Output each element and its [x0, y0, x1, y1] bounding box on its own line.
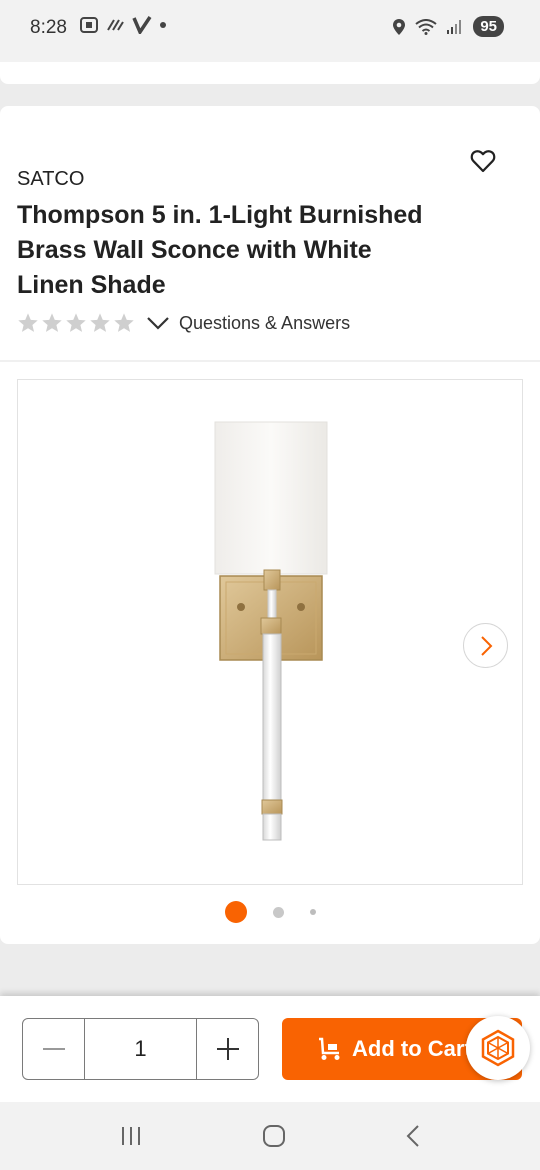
- notification-dot-icon: [160, 22, 166, 28]
- signal-icon: [447, 19, 462, 34]
- star-icon: [42, 313, 62, 332]
- wifi-calling-icon: [107, 19, 124, 31]
- chevron-down-icon[interactable]: [145, 313, 171, 333]
- cart-dolly-icon: [319, 1037, 340, 1060]
- location-icon: [393, 18, 406, 35]
- wifi-icon: [415, 18, 437, 35]
- star-icon: [66, 313, 86, 332]
- quantity-input[interactable]: 1: [84, 1019, 197, 1079]
- decrease-quantity-button[interactable]: [23, 1019, 84, 1079]
- favorite-heart-icon[interactable]: [470, 148, 496, 174]
- pagination-dot-active[interactable]: [224, 901, 247, 923]
- product-title: Thompson 5 in. 1-Light Burnished Brass W…: [17, 201, 423, 299]
- pagination-dot[interactable]: [309, 909, 316, 915]
- status-icons-left: [80, 16, 166, 34]
- plus-icon: [216, 1038, 239, 1060]
- product-card: SATCO Thompson 5 in. 1-Light Burnished B…: [0, 106, 540, 944]
- verizon-icon: [132, 16, 152, 34]
- quantity-stepper: 1: [22, 1018, 259, 1080]
- chevron-right-icon: [480, 635, 492, 656]
- back-icon[interactable]: [405, 1124, 421, 1148]
- status-bar: 8:28 95: [0, 0, 540, 62]
- assistant-button[interactable]: [466, 1016, 530, 1080]
- star-rating: [17, 312, 135, 334]
- system-nav-bar: [0, 1102, 540, 1170]
- product-brand[interactable]: SATCO: [17, 168, 84, 191]
- divider: [0, 360, 540, 362]
- status-time: 8:28: [30, 17, 67, 38]
- previous-section: [0, 62, 540, 84]
- increase-quantity-button[interactable]: [197, 1019, 258, 1079]
- star-icon: [18, 313, 38, 332]
- product-image[interactable]: [17, 379, 523, 885]
- next-image-button[interactable]: [463, 623, 508, 668]
- rating-row[interactable]: Questions & Answers: [17, 312, 350, 334]
- star-icon: [90, 313, 110, 332]
- questions-answers-link[interactable]: Questions & Answers: [179, 313, 350, 334]
- hexagon-logo-icon: [481, 1029, 515, 1067]
- minus-icon: [42, 1048, 65, 1050]
- status-icons-right: 95: [393, 16, 504, 37]
- screenshot-icon: [80, 17, 98, 33]
- home-icon[interactable]: [262, 1124, 286, 1148]
- recent-apps-icon[interactable]: [119, 1125, 143, 1147]
- wall-sconce-image: [214, 421, 328, 841]
- purchase-bar: 1 Add to Cart: [0, 996, 540, 1102]
- add-to-cart-label: Add to Cart: [352, 1036, 472, 1061]
- star-icon: [114, 313, 134, 332]
- battery-indicator: 95: [473, 16, 504, 37]
- gallery-pagination: [0, 901, 540, 923]
- pagination-dot[interactable]: [272, 906, 284, 918]
